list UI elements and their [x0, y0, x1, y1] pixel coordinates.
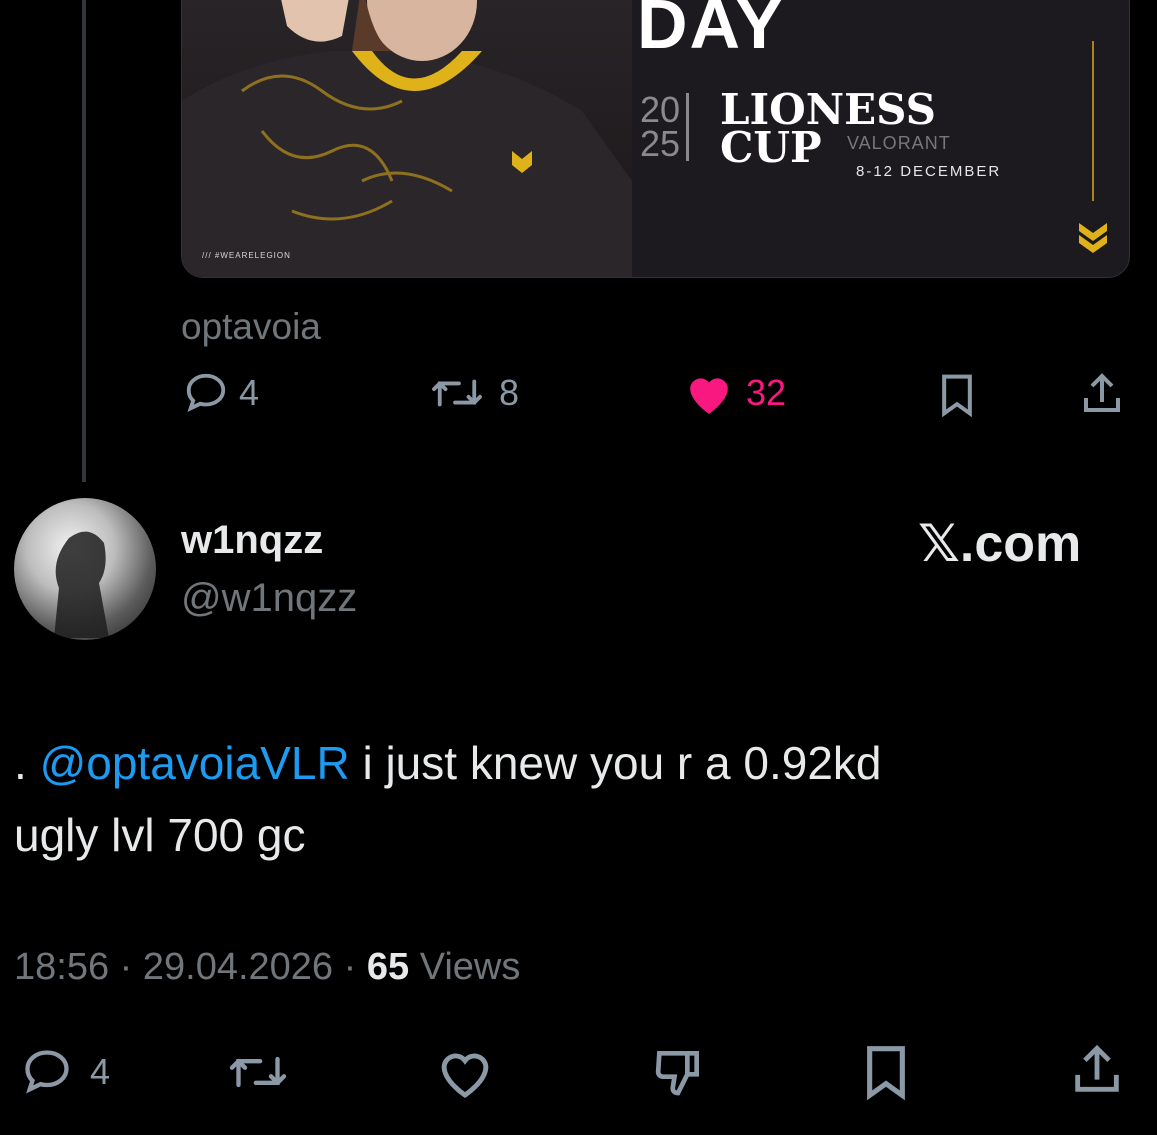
views-label: Views: [419, 946, 521, 988]
post-text: . @optavoiaVLR i just knew you r a 0.92k…: [14, 727, 1134, 871]
media-card[interactable]: DAY 20 25 LIONESS CUP VALORANT 8-12 DECE…: [181, 0, 1130, 278]
share-icon: [1078, 373, 1126, 422]
repost-button[interactable]: [218, 1046, 298, 1103]
quoted-like-button[interactable]: 32: [682, 370, 786, 416]
quoted-reply-count: 4: [239, 372, 260, 413]
quoted-reply-button[interactable]: 4: [183, 370, 259, 416]
quoted-repost-count: 8: [499, 372, 520, 413]
reply-icon: [183, 370, 229, 416]
post-time[interactable]: 18:56: [14, 946, 109, 988]
post-date[interactable]: 29.04.2026: [143, 946, 333, 988]
legion-logo-icon: [1077, 221, 1109, 260]
hashtag-text: /// #WEARELEGION: [202, 251, 291, 260]
timestamp-row: 18:56 · 29.04.2026 · 65 Views: [14, 946, 521, 988]
quoted-share-button[interactable]: [1078, 370, 1126, 423]
quoted-bookmark-button[interactable]: [935, 372, 979, 423]
year-top: 20: [640, 89, 681, 130]
heart-icon: [432, 1053, 498, 1104]
bookmark-button[interactable]: [858, 1044, 914, 1105]
thread-line: [82, 0, 86, 482]
mention-link[interactable]: @optavoiaVLR: [40, 737, 350, 789]
gold-divider: [1092, 41, 1094, 201]
event-dates: 8-12 DECEMBER: [856, 163, 1002, 180]
text-line1: i just knew you r a 0.92kd: [349, 737, 882, 789]
display-name[interactable]: w1nqzz: [181, 518, 323, 563]
share-button[interactable]: [1068, 1040, 1126, 1105]
avatar[interactable]: [14, 498, 156, 640]
repost-icon: [425, 370, 489, 416]
year-bottom: 25: [640, 123, 681, 164]
quoted-repost-button[interactable]: 8: [425, 370, 519, 416]
event-year: 20 25: [640, 89, 690, 164]
reply-button[interactable]: 4: [14, 1046, 110, 1098]
post-text-line2: ugly lvl 700 gc: [14, 809, 306, 861]
bookmark-icon: [935, 374, 979, 422]
share-icon: [1068, 1044, 1126, 1104]
text-prefix: .: [14, 737, 40, 789]
player-photo: [182, 0, 632, 277]
brand-logo: 𝕏.com: [918, 515, 1082, 573]
post-text-line1: . @optavoiaVLR i just knew you r a 0.92k…: [14, 727, 1134, 799]
thumbs-down-icon: [645, 1051, 711, 1104]
user-handle[interactable]: @w1nqzz: [181, 576, 357, 621]
quoted-like-count: 32: [746, 372, 787, 413]
day-text: DAY: [637, 0, 785, 63]
views-count: 65: [366, 946, 410, 988]
reply-count: 4: [90, 1051, 111, 1092]
game-logo: VALORANT: [847, 133, 951, 153]
heart-filled-icon: [682, 370, 736, 416]
quoted-author[interactable]: optavoia: [181, 306, 321, 348]
like-button[interactable]: [432, 1046, 498, 1105]
repost-icon: [218, 1056, 298, 1102]
reply-icon: [14, 1046, 80, 1098]
downvote-button[interactable]: [645, 1044, 711, 1105]
bookmark-icon: [858, 1046, 914, 1104]
